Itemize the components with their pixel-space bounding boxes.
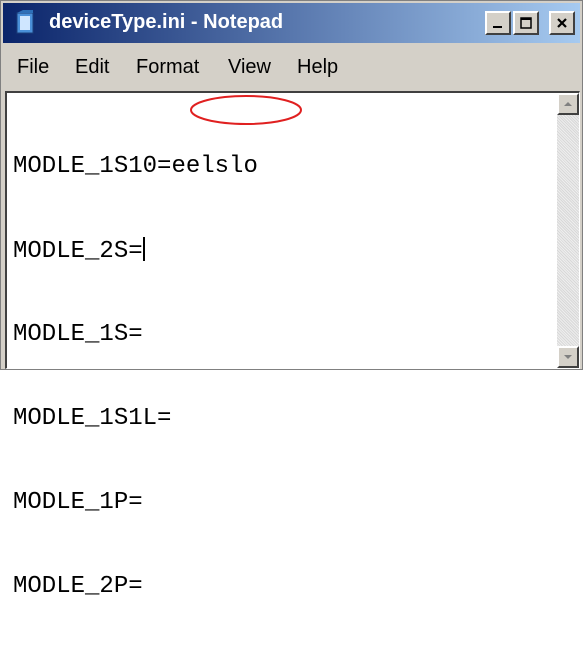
- notepad-window: deviceType.ini - Notepad File Edit Forma…: [0, 0, 583, 600]
- arrow-up-icon: [564, 102, 572, 106]
- minimize-button[interactable]: [485, 11, 511, 35]
- menu-edit[interactable]: Edit: [75, 56, 109, 79]
- editor-content[interactable]: MODLE_1S10=eelslo MODLE_2S= MODLE_1S= MO…: [13, 97, 258, 657]
- text-line: MODLE_1S=: [13, 321, 258, 349]
- notepad-icon: [16, 10, 34, 34]
- text-line: MODLE_1S1L=: [13, 405, 258, 433]
- line-key: MODLE_1P=: [13, 489, 143, 516]
- menu-view[interactable]: View: [228, 56, 271, 79]
- text-caret: [142, 237, 145, 261]
- line-key: MODLE_1S1L=: [13, 405, 172, 432]
- menu-file[interactable]: File: [17, 56, 49, 79]
- vertical-scrollbar[interactable]: [557, 93, 579, 368]
- title-bar[interactable]: deviceType.ini - Notepad: [3, 3, 580, 43]
- menu-help[interactable]: Help: [297, 56, 338, 79]
- text-line: MODLE_2P=: [13, 573, 258, 601]
- scroll-down-button[interactable]: [557, 346, 579, 368]
- line-value: eelslo: [171, 153, 258, 180]
- line-key: MODLE_1S=: [13, 321, 143, 348]
- arrow-down-icon: [564, 355, 572, 359]
- line-key: MODLE_2P=: [13, 573, 143, 600]
- menu-format[interactable]: Format: [136, 56, 199, 79]
- minimize-icon: [493, 26, 502, 28]
- menu-bar: File Edit Format View Help: [3, 47, 580, 87]
- text-line: MODLE_1P=: [13, 489, 258, 517]
- line-key: MODLE_1S10=: [13, 153, 172, 180]
- line-key: MODLE_2S=: [13, 238, 143, 265]
- close-icon: [557, 18, 567, 28]
- text-line: MODLE_1S10=eelslo: [13, 153, 258, 181]
- text-editor[interactable]: MODLE_1S10=eelslo MODLE_2S= MODLE_1S= MO…: [5, 91, 580, 600]
- scroll-up-button[interactable]: [557, 93, 579, 115]
- close-button[interactable]: [549, 11, 575, 35]
- text-line: MODLE_2S=: [13, 237, 258, 265]
- window-title: deviceType.ini - Notepad: [49, 11, 284, 33]
- maximize-icon: [520, 17, 532, 29]
- annotation-ellipse: [190, 95, 302, 125]
- maximize-button[interactable]: [513, 11, 539, 35]
